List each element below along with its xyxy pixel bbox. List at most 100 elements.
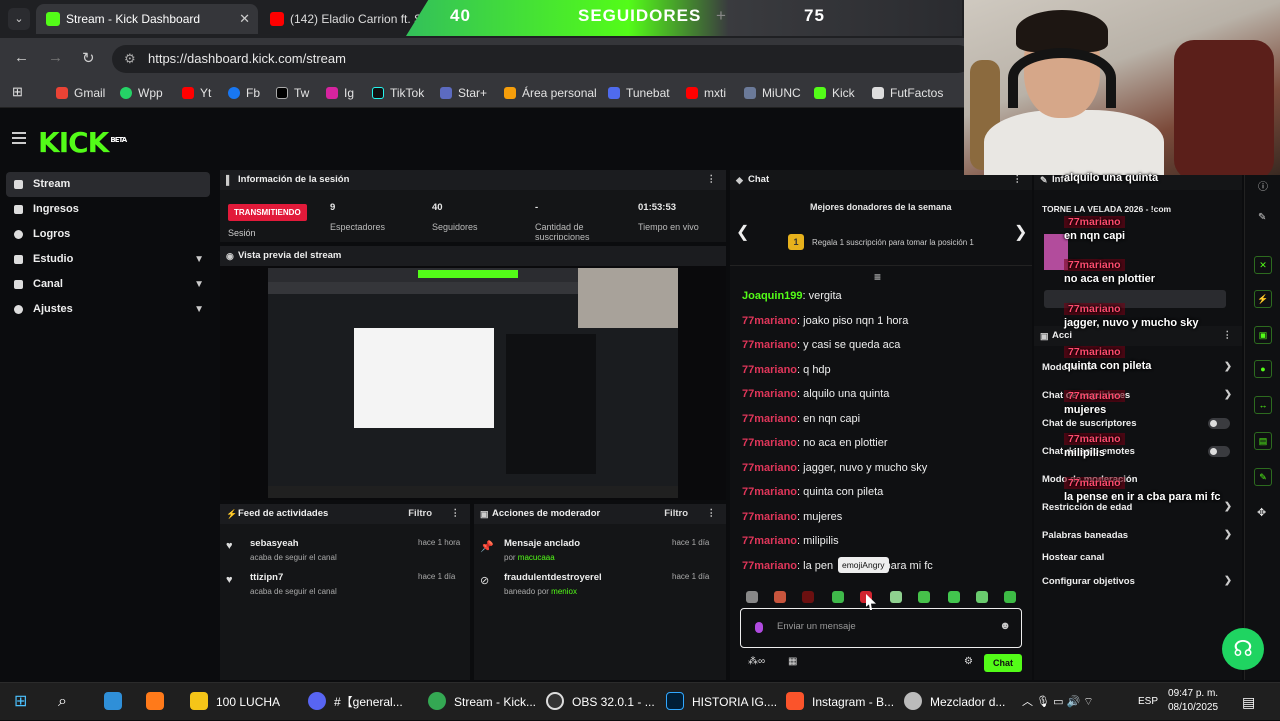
quick-action-icon[interactable]: ↔: [1254, 396, 1272, 414]
chat-username[interactable]: 77mariano: [742, 511, 797, 523]
chat-username[interactable]: 77mariano: [742, 339, 797, 351]
support-chat-button[interactable]: ☊: [1222, 628, 1264, 670]
kick-logo[interactable]: KICK BETA: [38, 126, 127, 159]
url-field[interactable]: ⚙ https://dashboard.kick.com/stream: [112, 45, 972, 73]
setting-banned-words[interactable]: Palabras baneadas ❯: [1042, 529, 1232, 541]
setting-goals[interactable]: Configurar objetivos ❯: [1042, 575, 1232, 587]
close-tab-icon[interactable]: ✕: [239, 4, 250, 34]
chat-username[interactable]: 77mariano: [742, 388, 797, 400]
sidebar-item-logros[interactable]: Logros: [6, 222, 210, 247]
pinned-toggle-icon[interactable]: ≡: [874, 270, 881, 284]
pencil-icon[interactable]: ✎: [1258, 212, 1266, 223]
chat-username[interactable]: 77mariano: [742, 437, 797, 449]
bookmark-futfactos[interactable]: FutFactos: [872, 86, 943, 100]
search-icon[interactable]: ⌕: [58, 683, 67, 721]
stream-preview-video[interactable]: [268, 268, 678, 498]
sidebar-item-canal[interactable]: Canal ▼: [6, 272, 210, 297]
more-icon[interactable]: ⋮: [707, 504, 717, 524]
filter-button[interactable]: Filtro: [664, 504, 688, 524]
emote-icon[interactable]: [976, 591, 988, 603]
bookmark-tunebat[interactable]: Tunebat: [608, 86, 670, 100]
site-info-icon[interactable]: ⚙: [124, 45, 136, 73]
emote-icon[interactable]: [746, 591, 758, 603]
sidebar-item-ajustes[interactable]: Ajustes ▼: [6, 297, 210, 322]
tab-youtube[interactable]: (142) Eladio Carrion ft. Sey: [260, 4, 430, 34]
quick-action-icon[interactable]: ▣: [1254, 326, 1272, 344]
sidebar-item-ingresos[interactable]: Ingresos: [6, 197, 210, 222]
reload-icon[interactable]: ↻: [82, 49, 95, 67]
taskbar-item-obs[interactable]: OBS 32.0.1 - ...: [546, 683, 655, 721]
start-icon[interactable]: ⊞: [14, 683, 27, 721]
users-icon[interactable]: ⁂∞: [748, 656, 765, 667]
chat-username[interactable]: 77mariano: [742, 364, 797, 376]
subs-chat-toggle[interactable]: [1208, 418, 1230, 429]
quick-action-icon[interactable]: ⚡: [1254, 290, 1272, 308]
app-icon[interactable]: [104, 683, 130, 721]
emote-icon[interactable]: [948, 591, 960, 603]
bookmark-ig[interactable]: Ig: [326, 86, 354, 100]
chevron-left-icon[interactable]: ❮: [736, 222, 749, 242]
bookmark-mxti[interactable]: mxti: [686, 86, 726, 100]
taskbar-item-chrome[interactable]: Stream - Kick...: [428, 683, 536, 721]
more-icon[interactable]: ⋮: [451, 504, 461, 524]
sidebar-item-estudio[interactable]: Estudio ▼: [6, 247, 210, 272]
emote-icon[interactable]: [1004, 591, 1016, 603]
quick-action-icon[interactable]: ✎: [1254, 468, 1272, 486]
language-indicator[interactable]: ESP: [1138, 683, 1158, 721]
apps-grid-icon[interactable]: ⊞: [12, 84, 23, 100]
chat-username[interactable]: 77mariano: [742, 560, 797, 572]
taskbar-item-discord[interactable]: #【general...: [308, 683, 403, 721]
bookmark-tiktok[interactable]: TikTok: [372, 86, 424, 100]
clock[interactable]: 09:47 p. m. 08/10/2025: [1168, 687, 1218, 715]
emote-icon[interactable]: [802, 591, 814, 603]
notification-icon[interactable]: ▤: [1242, 683, 1255, 721]
chevron-right-icon[interactable]: ❯: [1014, 222, 1027, 242]
move-icon[interactable]: ✥: [1257, 506, 1266, 519]
tab-search-icon[interactable]: ⌄: [8, 8, 30, 30]
setting-host-channel[interactable]: Hostear canal: [1042, 552, 1104, 563]
bookmark-kick[interactable]: Kick: [814, 86, 855, 100]
taskbar-item-brave[interactable]: Instagram - B...: [786, 683, 894, 721]
bookmark-tw[interactable]: Tw: [276, 86, 309, 100]
bookmark-miunc[interactable]: MiUNC: [744, 86, 801, 100]
bookmark-starplus[interactable]: Star+: [440, 86, 487, 100]
chat-username[interactable]: 77mariano: [742, 315, 797, 327]
tray-icons[interactable]: ︿ 🎙 ▭ 🔊 ⌔: [1022, 683, 1094, 721]
bookmark-fb[interactable]: Fb: [228, 86, 260, 100]
taskbar-item-photoshop[interactable]: HISTORIA IG....: [666, 683, 777, 721]
filter-button[interactable]: Filtro: [408, 504, 432, 524]
chat-username[interactable]: 77mariano: [742, 486, 797, 498]
app-icon[interactable]: [146, 683, 172, 721]
taskbar-item-folder[interactable]: 100 LUCHA: [190, 683, 280, 721]
chat-username[interactable]: Joaquin199: [742, 290, 803, 302]
more-icon[interactable]: ⋮: [707, 170, 717, 190]
taskbar-item-mixer[interactable]: Mezclador d...: [904, 683, 1005, 721]
emoji-icon[interactable]: ☻: [999, 620, 1011, 632]
chat-username[interactable]: 77mariano: [742, 535, 797, 547]
bookmark-gmail[interactable]: Gmail: [56, 86, 105, 100]
quick-action-icon[interactable]: ●: [1254, 360, 1272, 378]
chat-send-button[interactable]: Chat: [984, 654, 1022, 672]
gear-icon[interactable]: ⚙: [964, 656, 973, 667]
setting-age-restriction[interactable]: Restricción de edad ❯: [1042, 501, 1232, 513]
menu-icon[interactable]: [12, 132, 26, 144]
back-icon[interactable]: ←: [14, 49, 29, 66]
emote-icon[interactable]: [832, 591, 844, 603]
more-icon[interactable]: ⋮: [1223, 326, 1233, 346]
info-icon[interactable]: ⓘ: [1258, 178, 1268, 193]
emote-icon[interactable]: [890, 591, 902, 603]
quick-action-icon[interactable]: ✕: [1254, 256, 1272, 274]
emote-icon[interactable]: [774, 591, 786, 603]
bookmark-yt[interactable]: Yt: [182, 86, 211, 100]
gift-icon[interactable]: ▦: [788, 656, 797, 667]
tab-kick-dashboard[interactable]: Stream - Kick Dashboard ✕: [36, 4, 258, 34]
setting-subs-chat[interactable]: Chat de suscriptores: [1042, 418, 1137, 429]
bookmark-area-personal[interactable]: Área personal: [504, 86, 597, 100]
quick-action-icon[interactable]: ▤: [1254, 432, 1272, 450]
emote-icon[interactable]: [918, 591, 930, 603]
sidebar-item-stream[interactable]: Stream: [6, 172, 210, 197]
bookmark-wpp[interactable]: Wpp: [120, 86, 163, 100]
chat-username[interactable]: 77mariano: [742, 413, 797, 425]
chat-input[interactable]: Enviar un mensaje ☻: [740, 608, 1022, 648]
chat-username[interactable]: 77mariano: [742, 462, 797, 474]
